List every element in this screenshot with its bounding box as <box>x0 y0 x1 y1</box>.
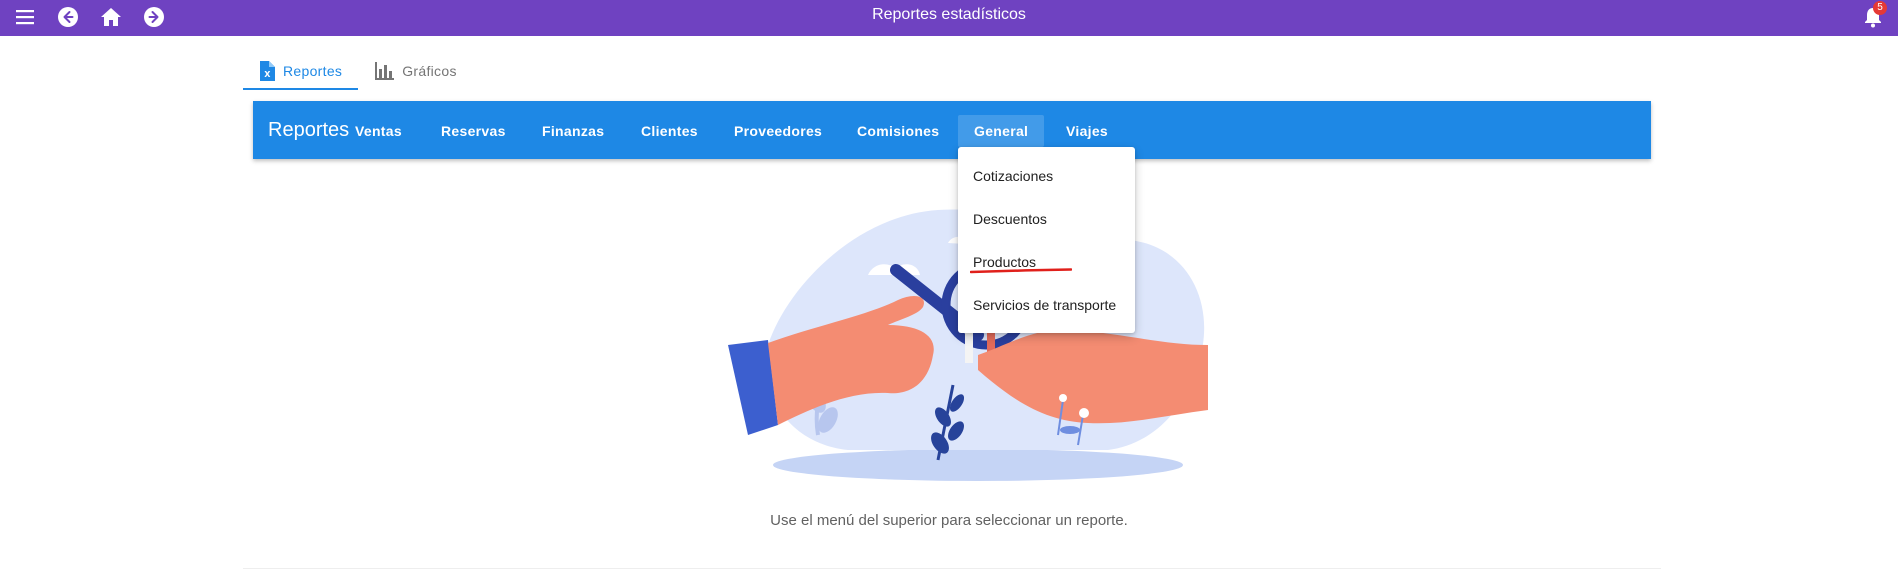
excel-file-icon: X <box>260 61 275 81</box>
tab-reportes[interactable]: X Reportes <box>243 52 359 90</box>
menu-general[interactable]: General <box>958 115 1045 147</box>
red-underline-annotation <box>970 268 1072 274</box>
tab-label: Gráficos <box>402 63 457 79</box>
page-title: Reportes estadísticos <box>872 6 1026 23</box>
empty-state-hint: Use el menú del superior para selecciona… <box>770 512 1128 529</box>
footer-divider <box>243 568 1661 569</box>
menu-ventas[interactable]: Ventas <box>339 115 418 147</box>
menu-finanzas[interactable]: Finanzas <box>526 115 620 147</box>
menu-item-cotizaciones[interactable]: Cotizaciones <box>958 155 1135 198</box>
menu-comisiones[interactable]: Comisiones <box>841 115 955 147</box>
menu-clientes[interactable]: Clientes <box>625 115 714 147</box>
notification-badge: 5 <box>1873 1 1887 15</box>
svg-text:X: X <box>264 70 271 79</box>
report-tabs: X Reportes Gráficos <box>243 52 473 90</box>
menu-item-servicios-transporte[interactable]: Servicios de transporte <box>958 284 1135 327</box>
notifications-button[interactable]: 5 <box>1858 1 1888 32</box>
menu-viajes[interactable]: Viajes <box>1050 115 1124 147</box>
general-dropdown-menu: Cotizaciones Descuentos Productos Servic… <box>958 147 1135 333</box>
menu-item-descuentos[interactable]: Descuentos <box>958 198 1135 241</box>
toolbar-brand: Reportes <box>268 119 350 141</box>
menu-reservas[interactable]: Reservas <box>425 115 522 147</box>
tab-graficos[interactable]: Gráficos <box>358 52 473 90</box>
menu-item-productos[interactable]: Productos <box>958 241 1135 284</box>
menu-proveedores[interactable]: Proveedores <box>718 115 838 147</box>
bar-chart-icon <box>375 62 395 80</box>
reports-toolbar: Reportes Ventas Reservas Finanzas Client… <box>253 101 1651 159</box>
app-bar: Reportes estadísticos 5 <box>0 0 1898 36</box>
tab-label: Reportes <box>283 63 343 79</box>
